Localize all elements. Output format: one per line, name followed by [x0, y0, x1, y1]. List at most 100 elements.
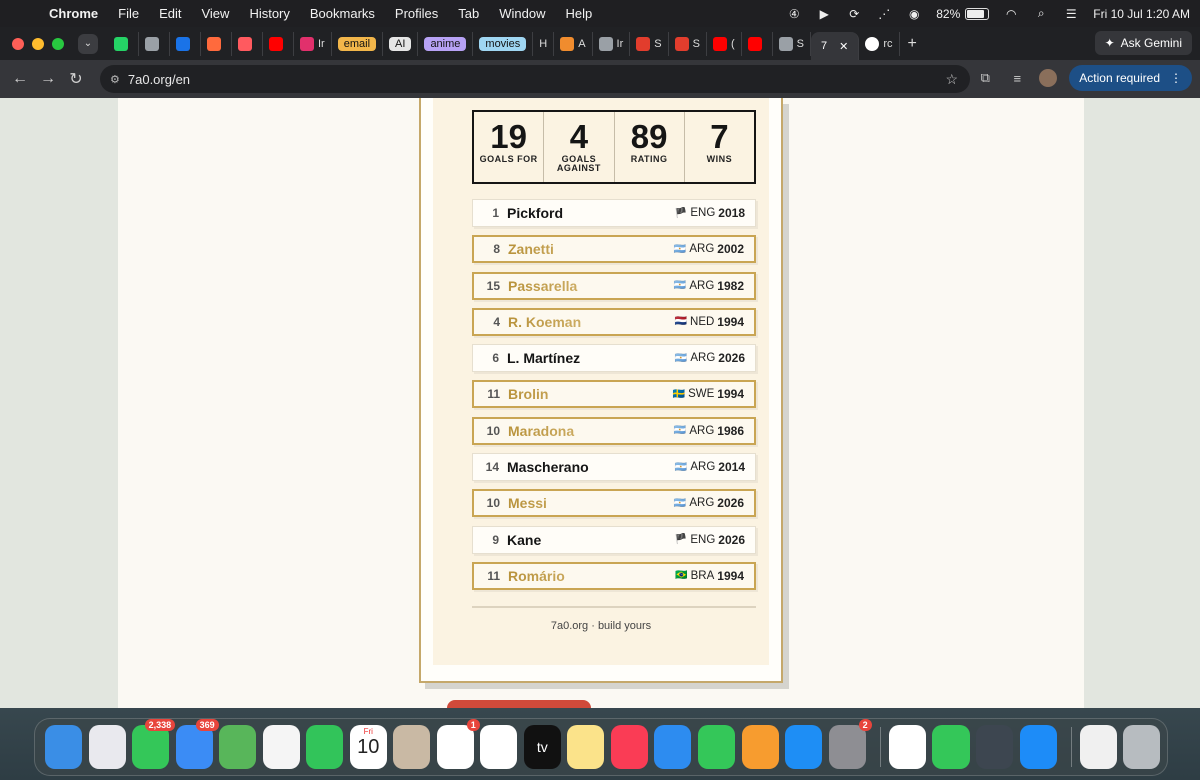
reminders-icon[interactable]: 1 — [436, 719, 480, 769]
notes-icon[interactable] — [567, 725, 605, 769]
messages-icon[interactable]: 2,338 — [132, 719, 176, 769]
address-bar[interactable]: ⚙ 7a0.org/en ☆ — [100, 65, 970, 93]
battery-indicator[interactable]: 82% — [936, 7, 990, 21]
app-store-icon[interactable] — [785, 725, 823, 769]
maps-icon[interactable] — [219, 725, 257, 769]
menu-window[interactable]: Window — [499, 6, 545, 21]
tab-18[interactable]: S — [773, 31, 811, 56]
dots-icon[interactable]: ⋰ — [876, 6, 892, 22]
menu-app-name[interactable]: Chrome — [49, 6, 98, 21]
menu-file[interactable]: File — [118, 6, 139, 21]
tab-7[interactable]: email — [332, 31, 384, 56]
tab-17[interactable] — [742, 31, 773, 56]
tab-12[interactable]: A — [554, 31, 593, 56]
tab-11[interactable]: H — [533, 31, 555, 56]
tab-group-chip[interactable]: email — [337, 36, 377, 51]
action-required-button[interactable]: Action required ⋮ — [1069, 65, 1192, 91]
pages-icon[interactable] — [741, 725, 779, 769]
forward-arrow-icon[interactable]: → — [34, 70, 62, 88]
tab-group-chip[interactable]: movies — [479, 36, 527, 51]
menu-edit[interactable]: Edit — [159, 6, 181, 21]
back-arrow-icon[interactable]: ← — [6, 70, 34, 88]
document-icon[interactable] — [1079, 725, 1117, 769]
finder-icon[interactable] — [45, 725, 83, 769]
player-row[interactable]: 11 Brolin 🇸🇪 SWE 1994 — [472, 380, 756, 409]
site-settings-icon[interactable]: ⚙ — [110, 73, 120, 86]
safari-icon[interactable] — [1019, 725, 1057, 769]
minimize-window-button[interactable] — [32, 37, 44, 50]
ask-gemini-button[interactable]: ✦ Ask Gemini — [1094, 31, 1192, 55]
player-row[interactable]: 10 Messi 🇦🇷 ARG 2026 — [472, 489, 756, 518]
tab-5[interactable] — [263, 31, 294, 56]
tab-4[interactable] — [232, 31, 263, 56]
tab-1[interactable] — [139, 31, 170, 56]
music-icon[interactable] — [610, 725, 648, 769]
phone-icon[interactable] — [932, 725, 970, 769]
url-text[interactable]: 7a0.org/en — [128, 72, 190, 87]
menu-clock[interactable]: Fri 10 Jul 1:20 AM — [1093, 7, 1190, 21]
control-center-icon[interactable]: ☰ — [1063, 6, 1079, 22]
player-row[interactable]: 11 Romário 🇧🇷 BRA 1994 — [472, 561, 756, 590]
tab-group-chip[interactable]: AI — [389, 36, 412, 51]
keynote-icon[interactable] — [654, 725, 692, 769]
menu-history[interactable]: History — [249, 6, 289, 21]
mail-icon[interactable]: 369 — [175, 719, 219, 769]
user-circle-icon[interactable]: ◉ — [906, 6, 922, 22]
freeform-icon[interactable] — [480, 725, 518, 769]
player-row[interactable]: 10 Maradona 🇦🇷 ARG 1986 — [472, 416, 756, 445]
media-queue-icon[interactable]: ≡ — [1007, 68, 1027, 88]
player-row[interactable]: 15 Passarella 🇦🇷 ARG 1982 — [472, 271, 756, 300]
tab-2[interactable] — [170, 31, 201, 56]
system-settings-icon[interactable]: 2 — [828, 719, 872, 769]
spotlight-search-icon[interactable]: ⌕ — [1033, 6, 1049, 22]
reload-icon[interactable]: ↻ — [62, 69, 90, 89]
wifi-icon[interactable]: ◠ — [1003, 6, 1019, 22]
tab-16[interactable]: ( — [707, 31, 742, 56]
sync-icon[interactable]: ⟳ — [846, 6, 862, 22]
status-app-icon[interactable]: ④ — [786, 6, 802, 22]
numbers-icon[interactable] — [697, 725, 735, 769]
tab-6[interactable]: Ir — [294, 31, 332, 56]
close-tab-icon[interactable]: ✕ — [839, 40, 848, 53]
player-row[interactable]: 1 Pickford 🏴 ENG 2018 — [472, 199, 756, 227]
profile-avatar[interactable] — [1039, 69, 1058, 87]
menu-profiles[interactable]: Profiles — [395, 6, 438, 21]
tab-14[interactable]: S — [630, 31, 669, 56]
tab-active[interactable]: 7 ✕ — [810, 32, 860, 60]
menu-tab[interactable]: Tab — [458, 6, 479, 21]
play-icon[interactable]: ▶ — [816, 6, 832, 22]
facetime-icon[interactable] — [306, 725, 344, 769]
tab-15[interactable]: S — [669, 31, 707, 56]
iphone-mirroring-icon[interactable] — [976, 725, 1014, 769]
close-window-button[interactable] — [12, 37, 24, 50]
photos-icon[interactable] — [262, 725, 300, 769]
tab-13[interactable]: Ir — [593, 31, 631, 56]
menu-help[interactable]: Help — [566, 6, 593, 21]
partial-red-button[interactable] — [447, 700, 591, 708]
tab-group-chip[interactable]: anime — [424, 36, 467, 51]
tab-search-chevron-icon[interactable]: ⌄ — [78, 33, 98, 54]
tab-8[interactable]: AI — [383, 31, 419, 56]
chrome-icon[interactable] — [888, 725, 926, 769]
tab-10[interactable]: movies — [473, 31, 534, 56]
tv-icon[interactable]: tv — [523, 725, 561, 769]
zoom-window-button[interactable] — [52, 37, 64, 50]
trash-icon[interactable] — [1123, 725, 1161, 769]
new-tab-button[interactable]: + — [908, 35, 917, 53]
extensions-puzzle-icon[interactable]: ⧉ — [975, 68, 995, 88]
tab-9[interactable]: anime — [418, 31, 474, 56]
menu-view[interactable]: View — [201, 6, 229, 21]
tab-3[interactable] — [201, 31, 232, 56]
contacts-icon[interactable] — [393, 725, 431, 769]
player-row[interactable]: 4 R. Koeman 🇳🇱 NED 1994 — [472, 307, 756, 336]
tab-google[interactable]: rc — [859, 31, 900, 56]
calendar-icon[interactable]: 10 Fri — [349, 725, 387, 769]
player-row[interactable]: 14 Mascherano 🇦🇷 ARG 2014 — [472, 453, 756, 482]
launchpad-icon[interactable] — [88, 725, 126, 769]
player-row[interactable]: 9 Kane 🏴 ENG 2026 — [472, 525, 756, 554]
card-footer[interactable]: 7a0.org · build yours — [433, 620, 769, 632]
player-row[interactable]: 6 L. Martínez 🇦🇷 ARG 2026 — [472, 344, 756, 373]
bookmark-star-icon[interactable]: ☆ — [945, 71, 958, 88]
kebab-menu-icon[interactable]: ⋮ — [1170, 71, 1182, 85]
menu-bookmarks[interactable]: Bookmarks — [310, 6, 375, 21]
